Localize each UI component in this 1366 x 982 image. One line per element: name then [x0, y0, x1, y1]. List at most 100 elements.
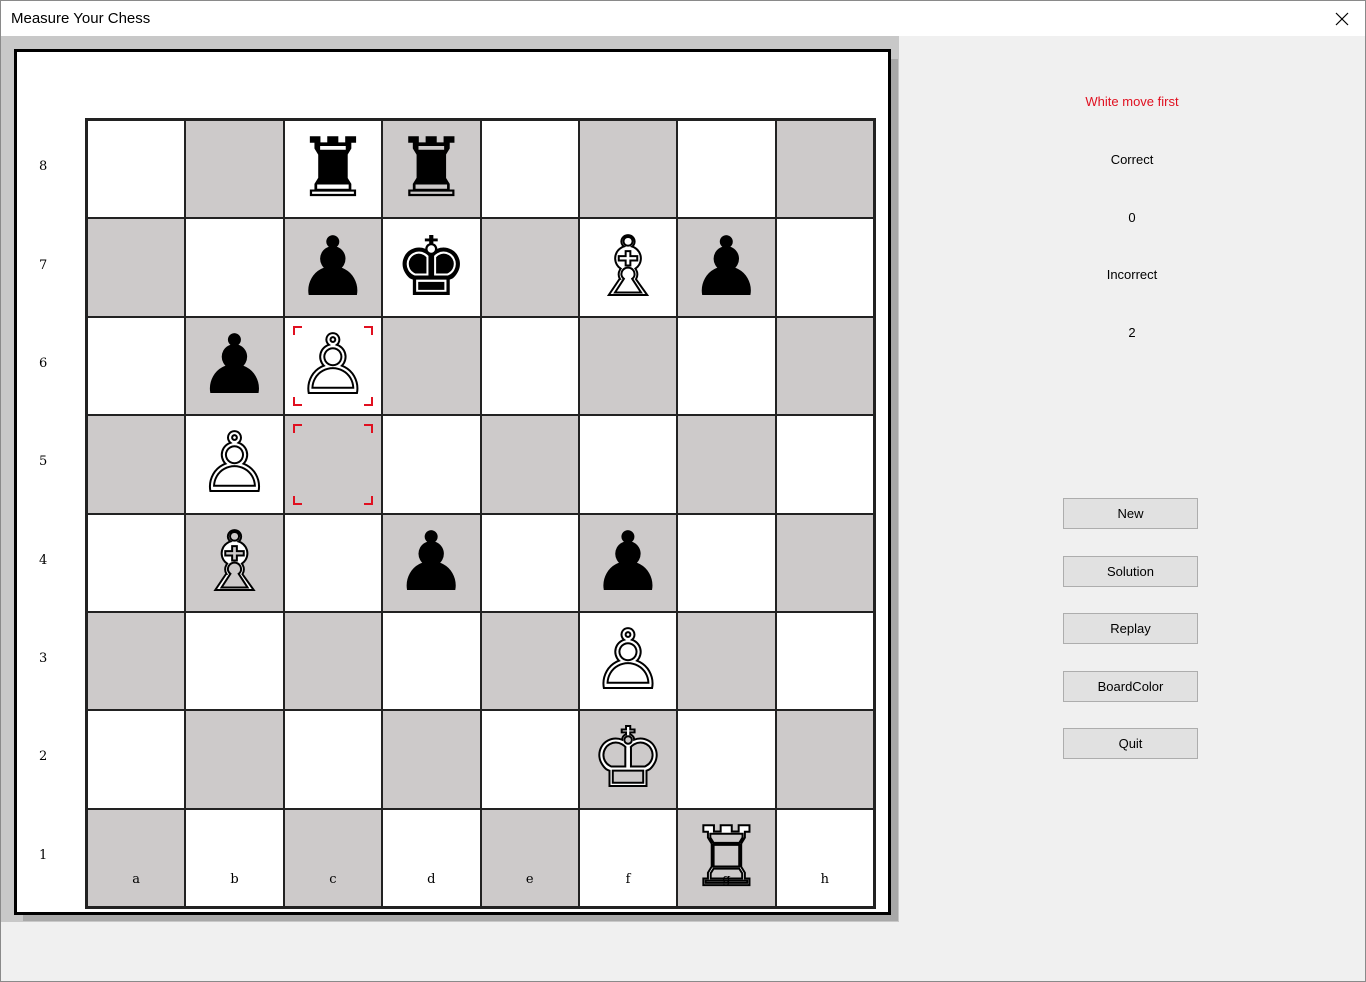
square-c4[interactable]	[283, 513, 383, 612]
selection-corner-tl	[292, 325, 302, 335]
new-button[interactable]: New	[1063, 498, 1198, 529]
selection-corner-br	[364, 495, 374, 505]
rank-label-7: 7	[39, 257, 48, 273]
selection-corner-tr	[364, 325, 374, 335]
square-h6[interactable]	[775, 316, 874, 416]
file-label-c: c	[329, 872, 337, 887]
square-a3[interactable]	[87, 611, 186, 711]
black-pawn-c7[interactable]: ♟	[296, 226, 370, 309]
square-b5[interactable]: ♙	[185, 415, 284, 514]
correct-label: Correct	[1110, 152, 1154, 167]
square-a1[interactable]	[87, 808, 186, 907]
square-g7[interactable]: ♟	[677, 218, 776, 317]
square-c5[interactable]	[283, 415, 383, 514]
square-c2[interactable]	[283, 710, 383, 809]
square-e8[interactable]	[480, 120, 579, 219]
rank-label-4: 4	[39, 552, 48, 568]
square-h1[interactable]	[775, 808, 874, 907]
square-b8[interactable]	[185, 120, 284, 219]
black-pawn-d4[interactable]: ♟	[395, 521, 469, 604]
close-button[interactable]	[1319, 1, 1365, 36]
board-panel: 8 7 6 5 4 3 2 1 ♜ ♜ ♟ ♚ ♗ ♟ ♟ ♙ ♙ ♗ ♟ ♟ ♙ ♔ ♖ a b c d e f g h	[14, 49, 891, 915]
black-pawn-g7[interactable]: ♟	[690, 226, 764, 309]
square-g5[interactable]	[677, 415, 776, 514]
square-h2[interactable]	[775, 710, 874, 809]
square-e4[interactable]	[480, 513, 579, 612]
black-rook-c8[interactable]: ♜	[296, 128, 370, 210]
white-pawn-b5[interactable]: ♙	[197, 422, 273, 506]
quit-button[interactable]: Quit	[1063, 728, 1198, 759]
square-f6[interactable]	[578, 316, 678, 416]
selection-corner-bl	[292, 397, 302, 407]
black-pawn-b6[interactable]: ♟	[198, 324, 272, 407]
square-e6[interactable]	[480, 316, 579, 416]
square-g3[interactable]	[677, 611, 776, 711]
square-f3[interactable]: ♙	[578, 611, 678, 711]
white-pawn-f3[interactable]: ♙	[590, 619, 666, 703]
black-rook-d8[interactable]: ♜	[395, 128, 469, 210]
square-h3[interactable]	[775, 611, 874, 711]
square-a6[interactable]	[87, 316, 186, 416]
square-g1[interactable]: ♖	[677, 808, 776, 907]
square-f8[interactable]	[578, 120, 678, 219]
rank-label-1: 1	[39, 847, 48, 863]
square-c3[interactable]	[283, 611, 383, 711]
square-d6[interactable]	[382, 316, 481, 416]
square-e3[interactable]	[480, 611, 579, 711]
white-pawn-c6[interactable]: ♙	[295, 323, 371, 407]
square-a4[interactable]	[87, 513, 186, 612]
square-g2[interactable]	[677, 710, 776, 809]
square-h5[interactable]	[775, 415, 874, 514]
square-h4[interactable]	[775, 513, 874, 612]
white-king-f2[interactable]: ♔	[590, 717, 666, 801]
square-a7[interactable]	[87, 218, 186, 317]
board-color-button[interactable]: BoardColor	[1063, 671, 1198, 702]
square-a5[interactable]	[87, 415, 186, 514]
black-king-d7[interactable]: ♚	[395, 226, 469, 309]
square-h7[interactable]	[775, 218, 874, 317]
square-b3[interactable]	[185, 611, 284, 711]
square-b7[interactable]	[185, 218, 284, 317]
square-c1[interactable]	[283, 808, 383, 907]
square-d3[interactable]	[382, 611, 481, 711]
white-bishop-b4[interactable]: ♗	[197, 520, 273, 604]
chess-board: ♜ ♜ ♟ ♚ ♗ ♟ ♟ ♙ ♙ ♗ ♟ ♟ ♙ ♔ ♖	[85, 118, 876, 909]
square-a2[interactable]	[87, 710, 186, 809]
square-e7[interactable]	[480, 218, 579, 317]
window-title: Measure Your Chess	[11, 10, 151, 27]
square-f5[interactable]	[578, 415, 678, 514]
square-f1[interactable]	[578, 808, 678, 907]
square-g6[interactable]	[677, 316, 776, 416]
file-label-g: g	[722, 872, 731, 887]
square-e2[interactable]	[480, 710, 579, 809]
square-e1[interactable]	[480, 808, 579, 907]
square-d2[interactable]	[382, 710, 481, 809]
square-e5[interactable]	[480, 415, 579, 514]
file-label-f: f	[625, 872, 631, 887]
square-f4[interactable]: ♟	[578, 513, 678, 612]
square-g8[interactable]	[677, 120, 776, 219]
square-h8[interactable]	[775, 120, 874, 219]
square-d7[interactable]: ♚	[382, 218, 481, 317]
solution-button[interactable]: Solution	[1063, 556, 1198, 587]
square-d8[interactable]: ♜	[382, 120, 481, 219]
square-b6[interactable]: ♟	[185, 316, 284, 416]
square-g4[interactable]	[677, 513, 776, 612]
square-c6[interactable]: ♙	[283, 316, 383, 416]
square-b2[interactable]	[185, 710, 284, 809]
replay-button[interactable]: Replay	[1063, 613, 1198, 644]
square-b1[interactable]	[185, 808, 284, 907]
black-pawn-f4[interactable]: ♟	[591, 521, 665, 604]
square-d5[interactable]	[382, 415, 481, 514]
rank-label-8: 8	[39, 159, 48, 175]
square-b4[interactable]: ♗	[185, 513, 284, 612]
square-f7[interactable]: ♗	[578, 218, 678, 317]
selection-corner-tr	[364, 424, 374, 434]
square-c7[interactable]: ♟	[283, 218, 383, 317]
square-f2[interactable]: ♔	[578, 710, 678, 809]
white-bishop-f7[interactable]: ♗	[590, 225, 666, 309]
square-d4[interactable]: ♟	[382, 513, 481, 612]
square-a8[interactable]	[87, 120, 186, 219]
square-d1[interactable]	[382, 808, 481, 907]
square-c8[interactable]: ♜	[283, 120, 383, 219]
